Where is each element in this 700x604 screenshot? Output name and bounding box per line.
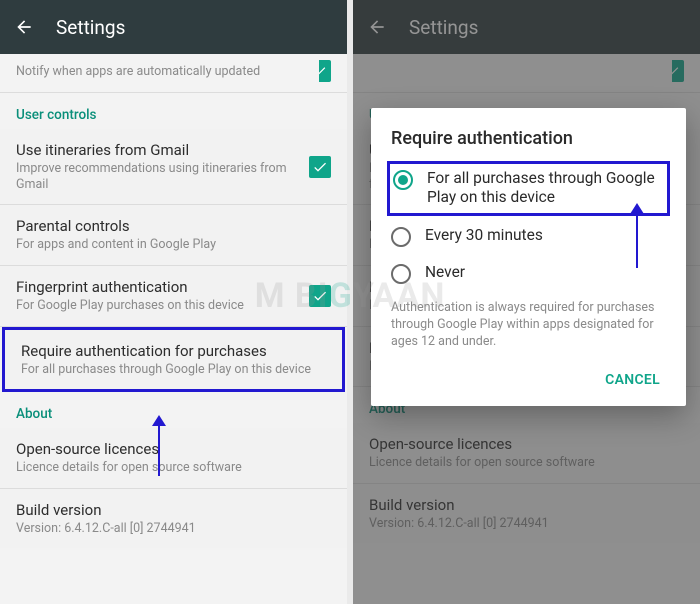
item-primary: Parental controls: [16, 217, 331, 235]
annotation-arrow-icon: [636, 212, 638, 268]
item-primary: Open-source licences: [16, 440, 331, 458]
annotation-highlight-box: Require authentication for purchases For…: [2, 327, 345, 393]
radio-label: For all purchases through Google Play on…: [427, 169, 664, 208]
section-user-controls: User controls: [0, 93, 347, 129]
item-primary: Fingerprint authentication: [16, 278, 299, 296]
radio-option-all-purchases[interactable]: For all purchases through Google Play on…: [387, 161, 670, 216]
checkbox-checked-icon[interactable]: [319, 60, 331, 82]
settings-screen-left: Settings Notify when apps are automatica…: [0, 0, 347, 604]
radio-label: Never: [425, 263, 465, 282]
section-about: About: [0, 392, 347, 428]
item-primary: Use itineraries from Gmail: [16, 141, 299, 159]
item-primary: Require authentication for purchases: [21, 342, 326, 360]
radio-selected-icon: [393, 170, 413, 190]
radio-option-never[interactable]: Never: [391, 255, 666, 292]
item-primary: Build version: [16, 501, 331, 519]
radio-option-every-30-min[interactable]: Every 30 minutes: [391, 218, 666, 255]
back-icon[interactable]: [14, 17, 34, 37]
dialog-note: Authentication is always required for pu…: [391, 300, 666, 351]
item-require-auth[interactable]: Require authentication for purchases For…: [5, 330, 342, 390]
radio-unselected-icon: [391, 264, 411, 284]
dialog-title: Require authentication: [391, 128, 666, 149]
radio-unselected-icon: [391, 227, 411, 247]
item-open-source-licences[interactable]: Open-source licences Licence details for…: [0, 428, 347, 489]
settings-screen-right: Settings User controls Us Imp fro Pa For: [353, 0, 700, 604]
require-auth-dialog: Require authentication For all purchases…: [371, 108, 686, 406]
checkbox-checked-icon[interactable]: [309, 156, 331, 178]
item-secondary: Licence details for open source software: [16, 460, 331, 476]
checkbox-checked-icon[interactable]: [309, 285, 331, 307]
page-title: Settings: [56, 16, 125, 39]
item-parental-controls[interactable]: Parental controls For apps and content i…: [0, 205, 347, 266]
annotation-arrow-icon: [158, 424, 160, 476]
item-secondary: For apps and content in Google Play: [16, 237, 331, 253]
auto-update-subtext-row[interactable]: Notify when apps are automatically updat…: [0, 54, 347, 93]
item-secondary: Improve recommendations using itinerarie…: [16, 161, 299, 192]
cancel-button[interactable]: CANCEL: [599, 364, 666, 396]
item-build-version[interactable]: Build version Version: 6.4.12.C-all [0] …: [0, 489, 347, 549]
auto-update-subtext: Notify when apps are automatically updat…: [16, 64, 260, 79]
item-secondary: For Google Play purchases on this device: [16, 298, 299, 314]
radio-label: Every 30 minutes: [425, 226, 543, 245]
appbar: Settings: [0, 0, 347, 54]
item-fingerprint-auth[interactable]: Fingerprint authentication For Google Pl…: [0, 266, 347, 327]
item-use-itineraries[interactable]: Use itineraries from Gmail Improve recom…: [0, 129, 347, 205]
item-secondary: For all purchases through Google Play on…: [21, 362, 326, 378]
item-secondary: Version: 6.4.12.C-all [0] 2744941: [16, 521, 331, 537]
